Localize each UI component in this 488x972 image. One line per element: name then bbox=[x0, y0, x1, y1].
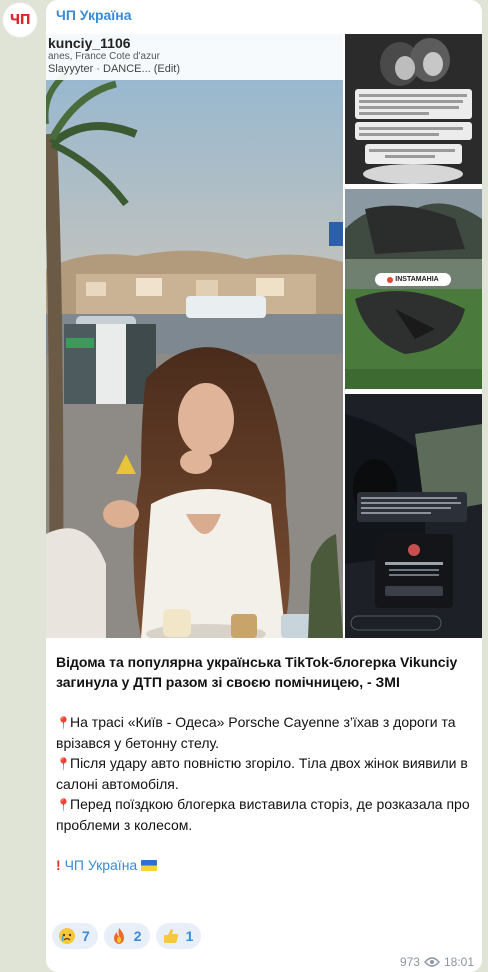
pin-icon: 📍 bbox=[56, 757, 71, 771]
side-photo-2[interactable]: INSTAMAHIA bbox=[345, 189, 482, 389]
reaction-thumbs-up[interactable]: 1 bbox=[155, 923, 202, 949]
reaction-count: 2 bbox=[133, 928, 142, 944]
reaction-crying[interactable]: 7 bbox=[52, 923, 98, 949]
story-song: Slayyyter · DANCE... (Edit) bbox=[48, 63, 181, 75]
ukraine-flag-icon bbox=[141, 860, 158, 871]
side-photo-2-illustration bbox=[345, 189, 482, 389]
message-meta: 973 18:01 bbox=[400, 955, 474, 969]
message-bubble: ЧП Україна kunciy_1106 anes, France Cote… bbox=[46, 0, 482, 972]
channel-avatar[interactable]: ЧП bbox=[2, 2, 38, 38]
reaction-fire[interactable]: 2 bbox=[103, 923, 150, 949]
post-bullet: 📍На трасі «Київ - Одеса» Porsche Cayenne… bbox=[56, 712, 472, 753]
story-overlay-header: kunciy_1106 anes, France Cote d'azur Sla… bbox=[46, 34, 343, 80]
eye-icon bbox=[424, 957, 440, 967]
main-photo[interactable]: kunciy_1106 anes, France Cote d'azur Sla… bbox=[46, 34, 343, 638]
main-photo-illustration bbox=[46, 34, 343, 638]
post-bullet: 📍Після удару авто повністю згоріло. Тіла… bbox=[56, 753, 472, 794]
story-username: kunciy_1106 bbox=[48, 35, 131, 51]
post-bullet: 📍Перед поїздкою блогерка виставила сторі… bbox=[56, 794, 472, 835]
fire-icon bbox=[110, 927, 128, 945]
post-bullet-text: Після удару авто повністю згоріло. Тіла … bbox=[56, 755, 468, 792]
channel-logo: ЧП bbox=[9, 12, 31, 28]
watermark-text: INSTAMAHIA bbox=[395, 276, 439, 283]
post-bullet-text: Перед поїздкою блогерка виставила сторіз… bbox=[56, 796, 470, 833]
media-album: kunciy_1106 anes, France Cote d'azur Sla… bbox=[46, 34, 482, 638]
crying-face-icon bbox=[58, 927, 76, 945]
channel-name[interactable]: ЧП Україна bbox=[56, 7, 132, 23]
message-time: 18:01 bbox=[443, 955, 474, 969]
reaction-count: 7 bbox=[82, 928, 90, 944]
view-count: 973 bbox=[399, 955, 420, 969]
post-headline: Відома та популярна українська TikTok-бл… bbox=[56, 654, 458, 690]
story-location: anes, France Cote d'azur bbox=[48, 51, 160, 62]
exclamation-icon: ! bbox=[56, 857, 61, 873]
reaction-count: 1 bbox=[185, 928, 194, 944]
side-photo-3-illustration bbox=[345, 394, 482, 638]
side-photo-3[interactable] bbox=[345, 394, 482, 638]
post-bullet-text: На трасі «Київ - Одеса» Porsche Cayenne … bbox=[56, 714, 456, 751]
side-photo-1[interactable] bbox=[345, 34, 482, 184]
post-caption: Відома та популярна українська TikTok-бл… bbox=[56, 652, 472, 875]
signoff-link[interactable]: ЧП Україна bbox=[65, 857, 138, 873]
pin-icon: 📍 bbox=[56, 798, 71, 812]
reactions-bar: 7 2 1 bbox=[52, 923, 202, 949]
thumbs-up-icon bbox=[162, 927, 180, 945]
channel-signoff[interactable]: ! ЧП Україна bbox=[56, 855, 472, 875]
instagram-icon bbox=[387, 276, 394, 283]
watermark-badge: INSTAMAHIA bbox=[375, 273, 451, 286]
side-photo-1-illustration bbox=[345, 34, 482, 184]
pin-icon: 📍 bbox=[56, 716, 71, 730]
